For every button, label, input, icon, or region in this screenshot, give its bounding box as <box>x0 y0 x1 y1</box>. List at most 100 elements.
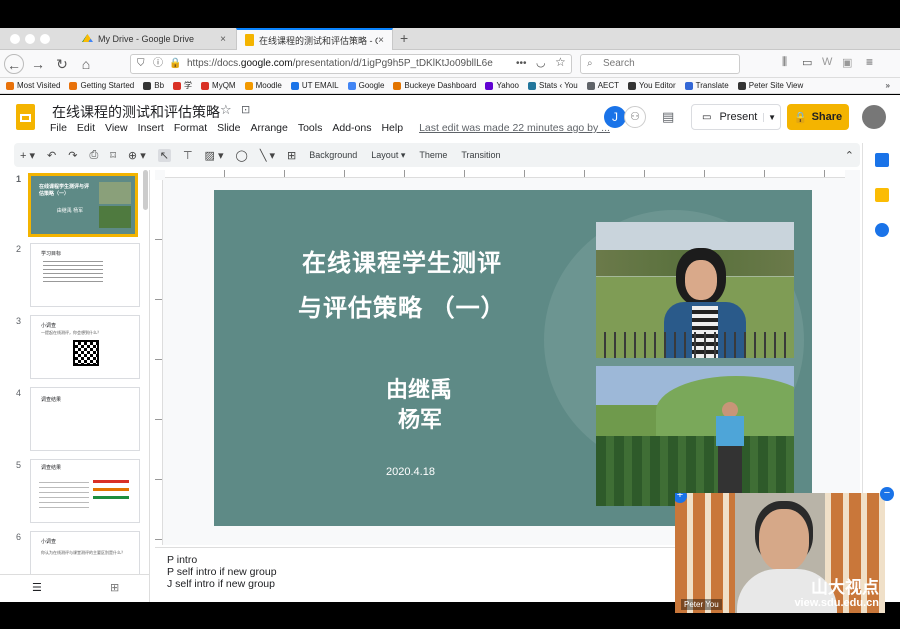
slide-thumbnail-4[interactable]: 调查结果 <box>30 387 140 451</box>
grid-view-icon[interactable]: ⊞ <box>110 581 119 594</box>
shape-icon[interactable]: ◯ <box>236 149 248 162</box>
text-box-icon[interactable]: ⊤ <box>183 149 193 162</box>
last-edit-link[interactable]: Last edit was made 22 minutes ago by ... <box>419 122 610 134</box>
bookmarks-overflow-icon[interactable]: » <box>886 81 890 90</box>
background-button[interactable]: Background <box>309 150 357 160</box>
comment-add-icon[interactable]: ⊞ <box>287 149 296 162</box>
menu-file[interactable]: File <box>50 122 67 134</box>
collaborator-avatar[interactable]: J <box>604 106 626 128</box>
bookmark-item[interactable]: Stats ‹ You <box>528 81 578 90</box>
portrait-photo[interactable] <box>596 222 794 358</box>
menu-format[interactable]: Format <box>174 122 207 134</box>
slide-thumbnail-6[interactable]: 小调查 你认为在线测评与课堂测评的主要区别是什么？ <box>30 531 140 574</box>
bookmark-item[interactable]: Google <box>347 81 384 90</box>
line-icon[interactable]: ╲ ▾ <box>260 149 275 162</box>
bookmark-item[interactable]: MyQM <box>201 81 236 90</box>
bookmark-item[interactable]: Most Visited <box>6 81 60 90</box>
present-button[interactable]: ▭ Present ▼ <box>691 104 781 130</box>
bookmark-item[interactable]: Peter Site View <box>737 81 803 90</box>
layout-button[interactable]: Layout ▾ <box>371 150 405 161</box>
filmstrip-scrollbar[interactable] <box>143 170 148 210</box>
slide-title-line-1[interactable]: 在线课程学生测评 <box>302 243 502 278</box>
menu-insert[interactable]: Insert <box>138 122 164 134</box>
url-bar[interactable]: ⛉ ⓘ 🔒 https://docs.google.com/presentati… <box>130 54 572 74</box>
menu-slide[interactable]: Slide <box>217 122 240 134</box>
slide-title-line-2[interactable]: 与评估策略 （一） <box>298 288 506 323</box>
bookmark-item[interactable]: AECT <box>586 81 619 90</box>
slide-thumbnail-5[interactable]: 调查结果 <box>30 459 140 523</box>
slide-thumbnail-3[interactable]: 小调查 一提起在线测评，你会想到什么？ <box>30 315 140 379</box>
menu-help[interactable]: Help <box>381 122 403 134</box>
theme-button[interactable]: Theme <box>419 150 447 160</box>
slides-logo-icon[interactable] <box>16 104 35 130</box>
sidebar-icon[interactable]: ▭ <box>802 56 812 69</box>
undo-icon[interactable]: ↶ <box>47 149 56 162</box>
landscape-photo[interactable] <box>596 366 794 506</box>
back-arrow-icon[interactable]: ← <box>4 54 24 74</box>
zoom-icon[interactable]: ⊕ ▾ <box>128 149 146 162</box>
menu-view[interactable]: View <box>105 122 128 134</box>
select-icon[interactable]: ↖ <box>157 148 171 162</box>
star-icon[interactable]: ☆ <box>220 102 232 118</box>
close-tab-icon[interactable]: × <box>220 34 226 45</box>
minimize-video-icon[interactable]: − <box>880 487 894 501</box>
bookmark-item[interactable]: 学 <box>173 80 192 91</box>
transition-button[interactable]: Transition <box>461 150 500 160</box>
slide-author-2[interactable]: 杨军 <box>398 402 442 434</box>
home-icon[interactable]: ⌂ <box>76 54 96 74</box>
extension-2-icon[interactable]: ▣ <box>842 56 852 69</box>
minimize-window-button[interactable] <box>25 34 35 44</box>
keep-icon[interactable] <box>875 188 889 202</box>
video-call-window[interactable]: Peter You + 山大视点 view.sdu.edu.cn <box>675 493 885 613</box>
page-actions-menu[interactable]: ••• <box>516 58 527 69</box>
menu-arrange[interactable]: Arrange <box>250 122 287 134</box>
share-button[interactable]: 🔒 Share <box>787 104 849 130</box>
bookmark-item[interactable]: Yahoo <box>485 81 519 90</box>
comment-icon[interactable]: ▤ <box>662 109 674 125</box>
chevron-down-icon[interactable]: ▼ <box>763 112 780 122</box>
search-input[interactable]: ⌕ Search <box>580 54 740 74</box>
bookmark-item[interactable]: Getting Started <box>69 81 134 90</box>
close-tab-icon[interactable]: × <box>378 35 384 46</box>
library-icon[interactable]: ⫼ <box>782 56 787 69</box>
tasks-icon[interactable] <box>875 223 889 237</box>
menu-add-ons[interactable]: Add-ons <box>332 122 371 134</box>
bookmark-item[interactable]: UT EMAIL <box>290 81 339 90</box>
extension-icon[interactable]: W <box>822 56 832 68</box>
show-all-users-icon[interactable]: ⚇ <box>624 106 646 128</box>
bookmark-item[interactable]: Moodle <box>244 81 282 90</box>
slide-filmstrip[interactable]: 1 在线课程学生测评与评估策略（一） 由继禹 杨军 2 学习目标 3 小调查 一… <box>0 170 150 574</box>
new-tab-button[interactable]: + <box>400 30 408 46</box>
slide-thumbnail-2[interactable]: 学习目标 <box>30 243 140 307</box>
bookmark-item[interactable]: Buckeye Dashboard <box>393 81 476 90</box>
image-icon[interactable]: ▨ ▾ <box>205 149 224 162</box>
filmstrip-view-icon[interactable]: ☰ <box>32 581 42 594</box>
move-folder-icon[interactable]: ⊡ <box>241 103 250 116</box>
collapse-toolbar-icon[interactable]: ⌃ <box>845 149 854 162</box>
maximize-window-button[interactable] <box>40 34 50 44</box>
close-window-button[interactable] <box>10 34 20 44</box>
tab-google-drive[interactable]: My Drive - Google Drive × <box>74 28 234 50</box>
redo-icon[interactable]: ↷ <box>68 149 77 162</box>
pocket-icon[interactable]: ◡ <box>536 56 546 69</box>
bookmark-star-icon[interactable]: ☆ <box>555 55 566 69</box>
account-avatar[interactable] <box>862 105 886 129</box>
menu-edit[interactable]: Edit <box>77 122 95 134</box>
bookmark-item[interactable]: Translate <box>684 81 729 90</box>
slide-thumbnail-1[interactable]: 在线课程学生测评与评估策略（一） 由继禹 杨军 <box>28 173 138 237</box>
paint-format-icon[interactable]: ⌑ <box>110 149 116 162</box>
bookmark-item[interactable]: Bb <box>143 81 164 90</box>
print-icon[interactable]: ⎙ <box>89 149 98 162</box>
reload-icon[interactable]: ↻ <box>52 54 72 74</box>
tab-google-slides[interactable]: 在线课程的测试和评估策略 - Goo × <box>236 28 393 50</box>
document-title[interactable]: 在线课程的测试和评估策略 <box>52 102 220 122</box>
forward-arrow-icon[interactable]: → <box>28 54 48 74</box>
bookmark-item[interactable]: You Editor <box>628 81 676 90</box>
hamburger-menu-icon[interactable]: ≡ <box>866 55 873 69</box>
slide-date[interactable]: 2020.4.18 <box>386 466 435 478</box>
calendar-icon[interactable] <box>875 153 889 167</box>
new-slide-icon[interactable]: + ▾ <box>20 149 35 162</box>
menu-tools[interactable]: Tools <box>298 122 323 134</box>
slide-author-1[interactable]: 由继禹 <box>386 372 452 404</box>
current-slide[interactable]: 在线课程学生测评 与评估策略 （一） 由继禹 杨军 2020.4.18 <box>214 190 812 526</box>
